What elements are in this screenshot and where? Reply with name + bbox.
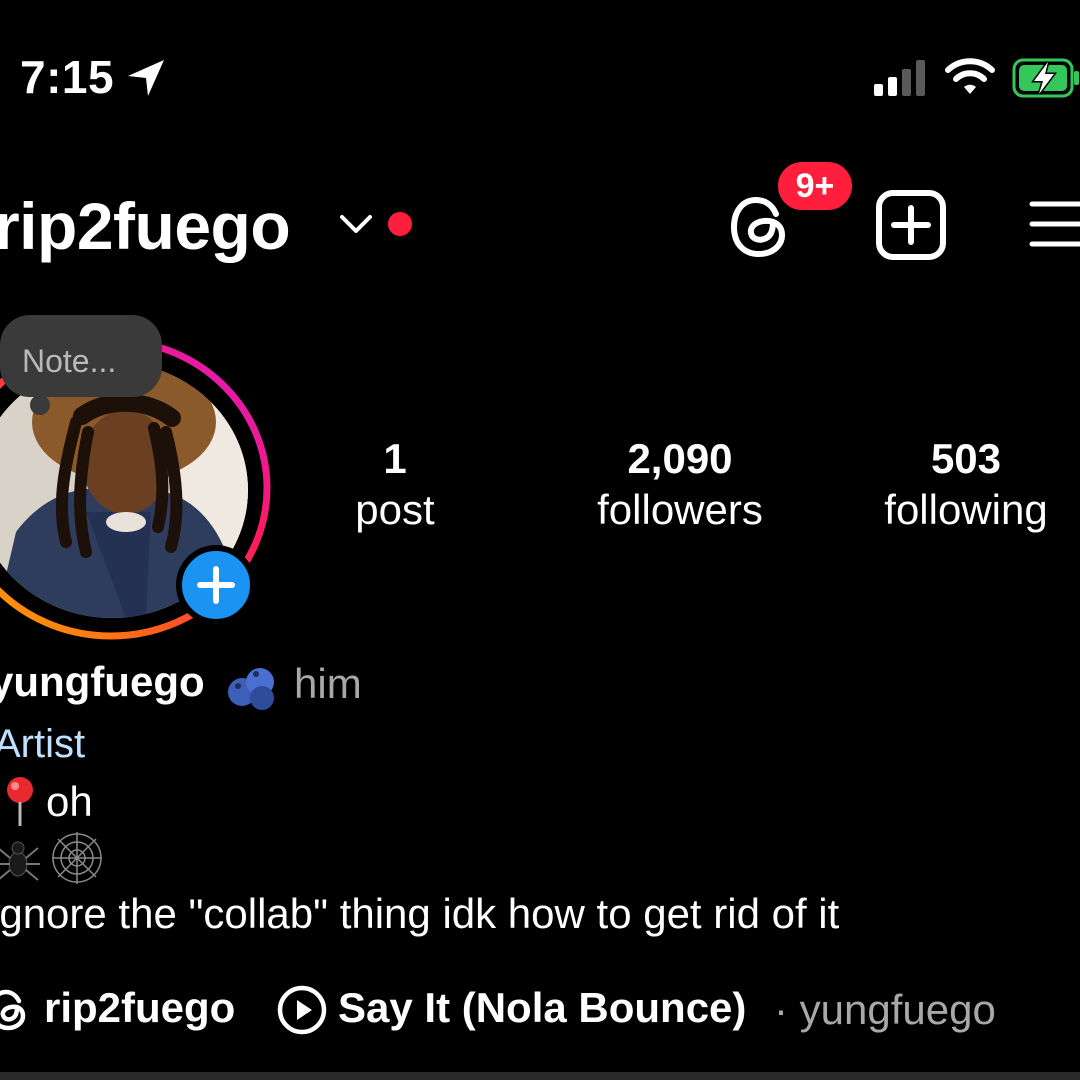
notification-dot: [388, 212, 412, 236]
bio-line: oh: [46, 778, 93, 825]
stat-following[interactable]: 503 following: [850, 434, 1080, 536]
add-story-button[interactable]: [176, 545, 256, 625]
blueberry-emoji-icon: [228, 668, 274, 710]
posts-count: 1: [383, 435, 407, 482]
followers-label: followers: [597, 486, 763, 533]
pushpin-emoji-icon: [7, 777, 33, 826]
chevron-down-icon[interactable]: [338, 208, 374, 240]
profile-music-title[interactable]: Say It (Nola Bounce): [338, 984, 746, 1032]
threads-icon: [0, 989, 26, 1031]
plus-icon: [197, 566, 235, 604]
threads-notification-badge: 9+: [774, 158, 856, 214]
profile-category[interactable]: Artist: [0, 722, 85, 767]
posts-label: post: [355, 486, 435, 533]
display-name: yungfuego: [0, 658, 205, 705]
spiderweb-emoji-icon: [52, 832, 102, 884]
note-placeholder[interactable]: Note...: [22, 343, 116, 380]
location-arrow-icon: [128, 60, 164, 96]
status-time: 7:15: [20, 51, 115, 103]
following-label: following: [884, 486, 1048, 533]
followers-count: 2,090: [627, 435, 733, 482]
wifi-icon: [945, 58, 995, 94]
threads-profile-link[interactable]: rip2fuego: [44, 984, 235, 1032]
bio-line: ignore the "collab" thing idk how to get…: [0, 890, 840, 937]
following-count: 503: [930, 435, 1002, 482]
cellular-signal-icon: [874, 60, 925, 96]
spider-emoji-icon: [0, 841, 40, 881]
create-post-icon[interactable]: [874, 188, 948, 262]
stat-posts[interactable]: 1 post: [310, 434, 480, 536]
profile-music-artist[interactable]: · yungfuego: [774, 986, 996, 1034]
battery-charging-icon: [1012, 58, 1079, 98]
menu-icon[interactable]: [1026, 194, 1080, 254]
profile-username[interactable]: rip2fuego: [0, 188, 291, 264]
play-circle-icon[interactable]: [276, 984, 328, 1036]
divider: [0, 1072, 1080, 1080]
pronouns: him: [294, 660, 362, 707]
stat-followers[interactable]: 2,090 followers: [560, 434, 800, 536]
